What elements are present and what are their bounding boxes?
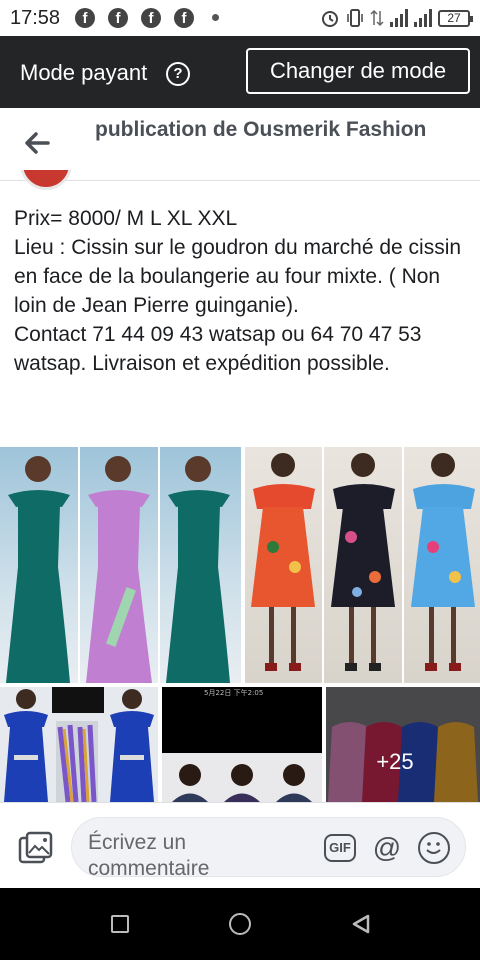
mode-label: Mode payant [20,60,148,85]
mannequins-illustration [326,687,480,802]
photo-floral-dresses[interactable] [245,447,480,683]
more-photos-count: +25 [376,749,414,774]
change-mode-button[interactable]: Changer de mode [246,48,470,94]
recent-apps-icon[interactable] [111,915,129,933]
photo-upload-icon[interactable] [18,831,54,865]
comment-placeholder: Écrivez un commentaire [88,831,210,877]
alarm-icon [322,11,338,27]
faces-illustration [162,753,322,802]
photo-video-screenshot[interactable]: 5月22日 下午2:05 [162,687,322,802]
facebook-icon: f [75,8,95,28]
dress-photo-illustration [4,687,154,802]
smile-icon [426,842,441,854]
photo-caption: 5月22日 下午2:05 [204,689,264,697]
help-icon[interactable]: ? [166,62,190,86]
navigation-bar [0,888,480,960]
back-arrow-icon[interactable] [22,128,52,158]
data-transfer-icon [370,9,384,27]
notification-dot-icon [212,14,219,21]
mode-bar: Mode payant ? Changer de mode [0,36,480,108]
status-time: 17:58 [10,7,61,29]
dress-photo-illustration [6,447,230,683]
battery-level: 27 [447,10,461,25]
vibrate-icon [347,9,363,27]
facebook-icon: f [108,8,128,28]
emoji-icon[interactable] [418,832,450,864]
gif-icon[interactable]: GIF [324,834,356,862]
photo-blue-dresses[interactable] [0,687,158,802]
home-icon[interactable] [229,913,251,935]
status-bar: 17:58 f f f f 27 [0,0,480,36]
post-text: Prix= 8000/ M L XL XXL Lieu : Cissin sur… [14,207,462,375]
battery-icon: 27 [438,9,473,27]
back-triangle-icon[interactable] [350,913,372,935]
facebook-icon: f [174,8,194,28]
signal-h-plus-icon [390,9,408,27]
photo-teal-dresses[interactable] [0,447,241,683]
facebook-icon: f [141,8,161,28]
comment-input[interactable]: Écrivez un commentaire GIF @ [71,817,466,877]
status-right-icons: 27 [320,6,473,30]
dress-photo-illustration [251,447,475,683]
post-header: publication de Ousmerik Fashion [0,108,480,181]
avatar[interactable] [20,170,72,190]
signal-icon [414,9,432,27]
photo-more-mannequins[interactable]: +25 [326,687,480,802]
mention-icon[interactable]: @ [370,832,404,866]
comment-bar: Écrivez un commentaire GIF @ [0,802,480,888]
page-title: publication de Ousmerik Fashion [95,118,427,141]
